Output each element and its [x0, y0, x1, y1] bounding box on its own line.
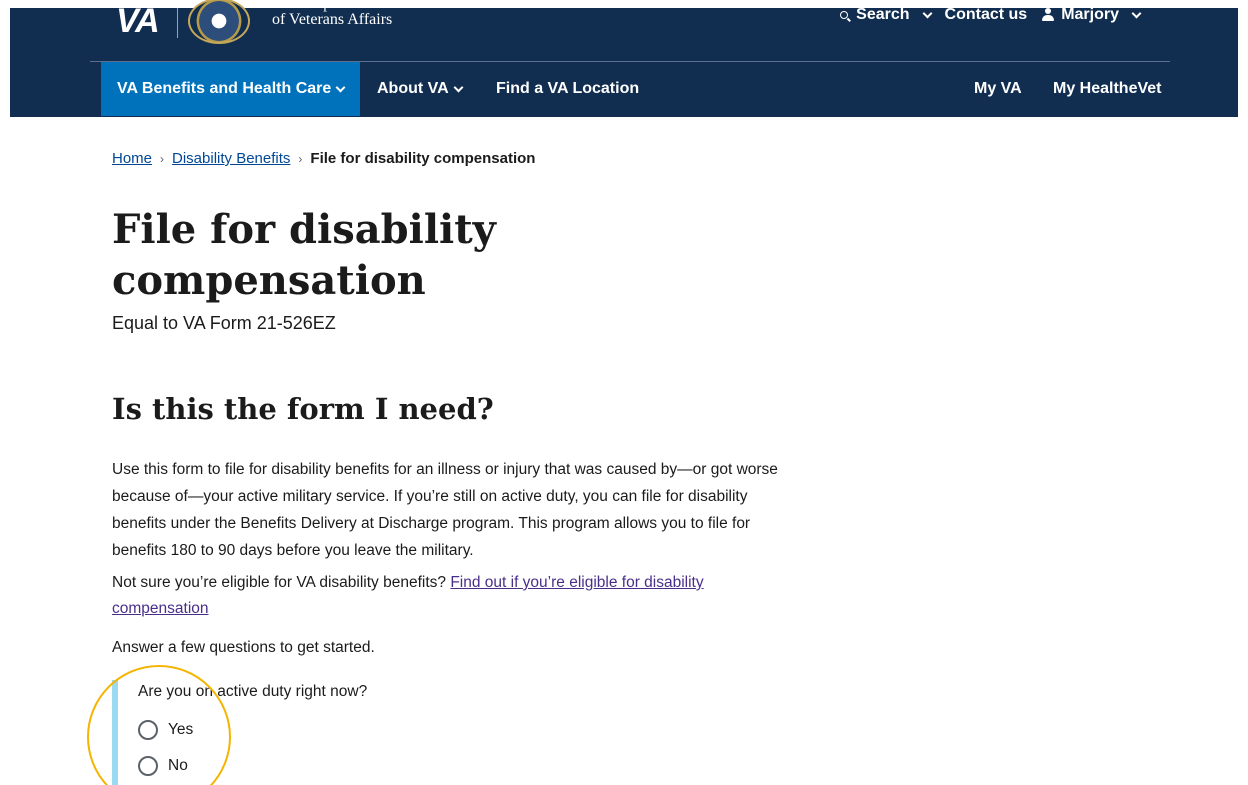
main-nav: VA Benefits and Health Care About VA Fin…: [101, 62, 1181, 116]
chevron-down-icon: [1131, 8, 1142, 18]
logo-divider: [177, 8, 178, 38]
contact-label: Contact us: [944, 6, 1028, 23]
dept-line-1: U.S. Department: [272, 0, 380, 12]
eligibility-text: Not sure you’re eligible for VA disabili…: [112, 574, 446, 591]
radio-label: No: [168, 757, 188, 774]
nav-about-va[interactable]: About VA: [377, 62, 464, 116]
eligibility-paragraph: Not sure you’re eligible for VA disabili…: [112, 570, 792, 622]
nav-item-label: My VA: [974, 80, 1022, 97]
va-seal-icon: [188, 0, 250, 44]
radio-circle-icon[interactable]: [138, 720, 158, 740]
nav-my-healthevet[interactable]: My HealtheVet: [1053, 62, 1161, 116]
question-label: Are you on active duty right now?: [138, 683, 368, 700]
chevron-down-icon: [922, 8, 932, 18]
chevron-down-icon: [335, 82, 346, 92]
radio-label: Yes: [168, 721, 194, 738]
page-subtitle: Equal to VA Form 21-526EZ: [112, 313, 336, 333]
nav-item-label: My HealtheVet: [1053, 80, 1162, 97]
user-menu-button[interactable]: Marjory: [1041, 6, 1142, 24]
radio-no[interactable]: No: [138, 756, 188, 776]
radio-yes[interactable]: Yes: [138, 720, 193, 740]
nav-my-va[interactable]: My VA: [974, 62, 1022, 116]
page-title: File for disability compensation: [112, 206, 496, 304]
nav-item-label: Find a VA Location: [496, 80, 640, 97]
breadcrumb-separator-icon: ›: [298, 151, 303, 166]
chevron-down-icon: [453, 82, 464, 92]
contact-us-button[interactable]: Contact us: [945, 6, 1028, 24]
dept-line-2: of Veterans Affairs: [272, 11, 393, 28]
va-logo[interactable]: VA: [116, 2, 160, 41]
search-button[interactable]: Search: [840, 6, 932, 24]
site-header: VA U.S. Department of Veterans Affairs S…: [10, 0, 1238, 117]
header-top-bar: VA U.S. Department of Veterans Affairs S…: [100, 0, 1180, 60]
radio-circle-icon[interactable]: [138, 756, 158, 776]
breadcrumb-current: File for disability compensation: [310, 150, 536, 167]
section-title: Is this the form I need?: [112, 392, 494, 426]
search-label: Search: [856, 6, 910, 23]
user-name: Marjory: [1061, 6, 1119, 23]
nav-item-label: VA Benefits and Health Care: [117, 80, 332, 97]
intro-paragraph: Use this form to file for disability ben…: [112, 461, 778, 559]
breadcrumb-home[interactable]: Home: [112, 150, 152, 167]
get-started-text: Answer a few questions to get started.: [112, 639, 375, 656]
breadcrumb-disability-benefits[interactable]: Disability Benefits: [172, 150, 290, 167]
active-duty-question: Are you on active duty right now? Yes No: [112, 680, 512, 785]
user-icon: [1041, 8, 1055, 21]
department-name: U.S. Department of Veterans Affairs: [272, 0, 393, 28]
breadcrumb: Home › Disability Benefits › File for di…: [112, 150, 535, 167]
nav-va-benefits[interactable]: VA Benefits and Health Care: [101, 62, 361, 116]
header-utility-links: Search Contact us Marjory: [840, 6, 1142, 24]
nav-item-label: About VA: [377, 80, 449, 97]
nav-find-location[interactable]: Find a VA Location: [496, 62, 639, 116]
search-icon: [840, 11, 849, 19]
breadcrumb-separator-icon: ›: [160, 151, 165, 166]
